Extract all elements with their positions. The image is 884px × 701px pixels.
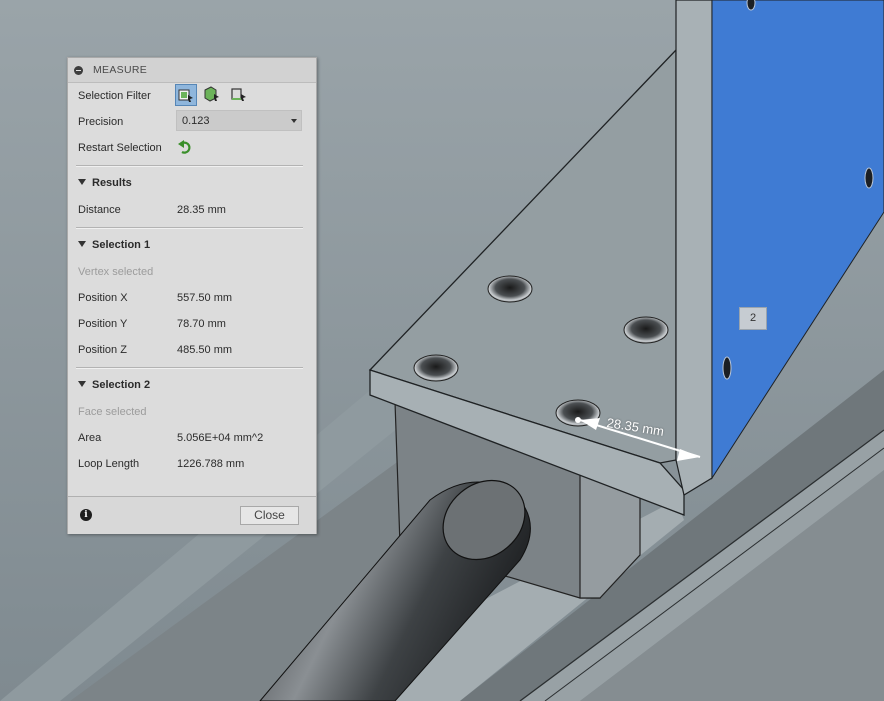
plate-hole: [864, 167, 874, 189]
distance-row: Distance 28.35 mm: [68, 198, 316, 222]
restart-label: Restart Selection: [78, 142, 162, 154]
expand-triangle-icon: [78, 241, 86, 247]
selection2-status-row: Face selected: [68, 400, 316, 424]
mount-hole: [413, 354, 459, 382]
edge-filter-icon: [231, 88, 246, 101]
divider: [76, 227, 303, 229]
position-z-row: Position Z 485.50 mm: [68, 338, 316, 362]
selection1-header[interactable]: Selection 1: [78, 239, 150, 251]
selection-badge: 2: [739, 307, 767, 330]
collapse-icon[interactable]: [74, 66, 83, 75]
mount-hole: [623, 316, 669, 344]
face-filter-icon: [204, 86, 219, 102]
dropdown-arrow-icon: [291, 119, 297, 123]
plate-hole: [746, 0, 756, 11]
restart-icon[interactable]: [177, 139, 193, 155]
selection1-status: Vertex selected: [78, 266, 154, 278]
position-x-row: Position X 557.50 mm: [68, 286, 316, 310]
loop-length-row: Loop Length 1226.788 mm: [68, 452, 316, 476]
panel-title: MEASURE: [93, 64, 148, 76]
position-z-label: Position Z: [78, 344, 127, 356]
panel-header[interactable]: MEASURE: [68, 58, 316, 83]
selection2-header[interactable]: Selection 2: [78, 379, 150, 391]
expand-triangle-icon: [78, 179, 86, 185]
precision-dropdown[interactable]: 0.123: [176, 110, 302, 131]
position-z-value: 485.50 mm: [177, 344, 233, 356]
position-x-value: 557.50 mm: [177, 292, 233, 304]
selection2-status: Face selected: [78, 406, 147, 418]
panel-footer: i Close: [68, 496, 316, 534]
loop-length-label: Loop Length: [78, 458, 140, 470]
mount-hole: [487, 275, 533, 303]
selection-filter-label: Selection Filter: [78, 90, 151, 102]
info-icon[interactable]: i: [80, 509, 92, 521]
face-filter-button[interactable]: [202, 84, 224, 106]
position-y-value: 78.70 mm: [177, 318, 226, 330]
results-title: Results: [92, 177, 132, 189]
position-y-row: Position Y 78.70 mm: [68, 312, 316, 336]
results-header[interactable]: Results: [78, 177, 132, 189]
selection1-title: Selection 1: [92, 239, 151, 251]
edge-filter-button[interactable]: [229, 84, 251, 106]
selection2-title: Selection 2: [92, 379, 151, 391]
vertical-plate-edge: [675, 0, 713, 496]
area-label: Area: [78, 432, 102, 444]
close-button[interactable]: Close: [240, 506, 299, 525]
plate-hole: [722, 356, 732, 380]
distance-value: 28.35 mm: [177, 204, 226, 216]
body-filter-button[interactable]: [175, 84, 197, 106]
body-filter-icon: [178, 89, 193, 102]
expand-triangle-icon: [78, 381, 86, 387]
selection1-status-row: Vertex selected: [68, 260, 316, 284]
position-y-label: Position Y: [78, 318, 128, 330]
divider: [76, 165, 303, 167]
measure-panel: MEASURE Selection Filter Precision 0.123…: [67, 57, 317, 534]
distance-label: Distance: [78, 204, 121, 216]
area-row: Area 5.056E+04 mm^2: [68, 426, 316, 450]
precision-label: Precision: [78, 116, 124, 128]
divider: [76, 367, 303, 369]
precision-value: 0.123: [182, 115, 210, 127]
area-value: 5.056E+04 mm^2: [177, 432, 264, 444]
position-x-label: Position X: [78, 292, 128, 304]
loop-length-value: 1226.788 mm: [177, 458, 245, 470]
